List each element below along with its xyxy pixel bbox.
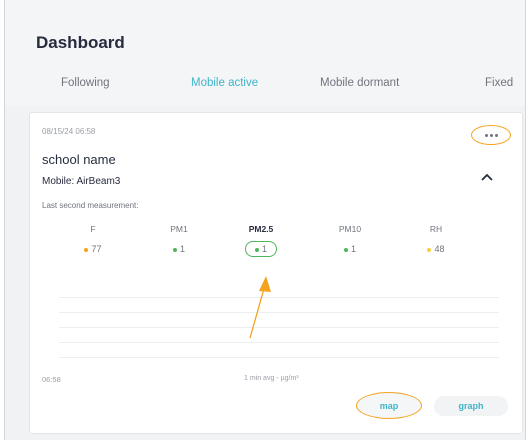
dashboard-header: Dashboard Following Mobile active Mobile… [5, 0, 525, 106]
session-timestamp: 08/15/24 06:58 [42, 127, 96, 136]
ellipsis-icon [484, 133, 488, 137]
selected-value-pill: 1 [244, 241, 277, 257]
last-measurement-label: Last second measurement: [42, 201, 139, 210]
tab-following[interactable]: Following [61, 77, 110, 89]
status-dot-icon [427, 247, 432, 252]
measurement-value-pm25[interactable]: 1 [231, 241, 291, 257]
graph-unit-label: 1 min avg - µg/m³ [244, 375, 299, 382]
tab-fixed[interactable]: Fixed [485, 77, 513, 89]
session-card: 08/15/24 06:58 school name Mobile: AirBe… [29, 112, 523, 434]
status-dot-icon [254, 247, 259, 252]
graph-gridline [59, 297, 499, 298]
measurement-value-rh[interactable]: 48 [406, 244, 466, 254]
measurement-value-f[interactable]: 77 [63, 244, 123, 254]
measurement-label-f[interactable]: F [63, 224, 123, 234]
measurement-label-rh[interactable]: RH [406, 224, 466, 234]
measurement-value-pm1[interactable]: 1 [149, 244, 209, 254]
measurement-label-pm1[interactable]: PM1 [149, 224, 209, 234]
graph-time-label: 06:58 [42, 375, 61, 384]
map-button[interactable]: map [356, 392, 422, 419]
status-dot-icon [172, 247, 177, 252]
more-options-button[interactable] [471, 125, 511, 145]
measurement-label-pm25[interactable]: PM2.5 [231, 224, 291, 234]
app-frame: Dashboard Following Mobile active Mobile… [4, 0, 526, 440]
tab-mobile-dormant[interactable]: Mobile dormant [320, 77, 399, 89]
session-device: Mobile: AirBeam3 [42, 176, 121, 187]
graph-button[interactable]: graph [434, 396, 508, 416]
graph-gridline [59, 327, 499, 328]
chevron-up-icon[interactable] [479, 171, 495, 183]
session-name: school name [42, 152, 116, 167]
page-title: Dashboard [36, 33, 125, 52]
graph-gridline [59, 357, 499, 358]
measurement-label-pm10[interactable]: PM10 [320, 224, 380, 234]
graph-gridline [59, 312, 499, 313]
graph-gridline [59, 342, 499, 343]
status-dot-icon [84, 247, 89, 252]
tab-mobile-active[interactable]: Mobile active [191, 77, 258, 89]
tab-bar: Following Mobile active Mobile dormant F… [5, 77, 525, 97]
status-dot-icon [343, 247, 348, 252]
measurement-value-pm10[interactable]: 1 [320, 244, 380, 254]
